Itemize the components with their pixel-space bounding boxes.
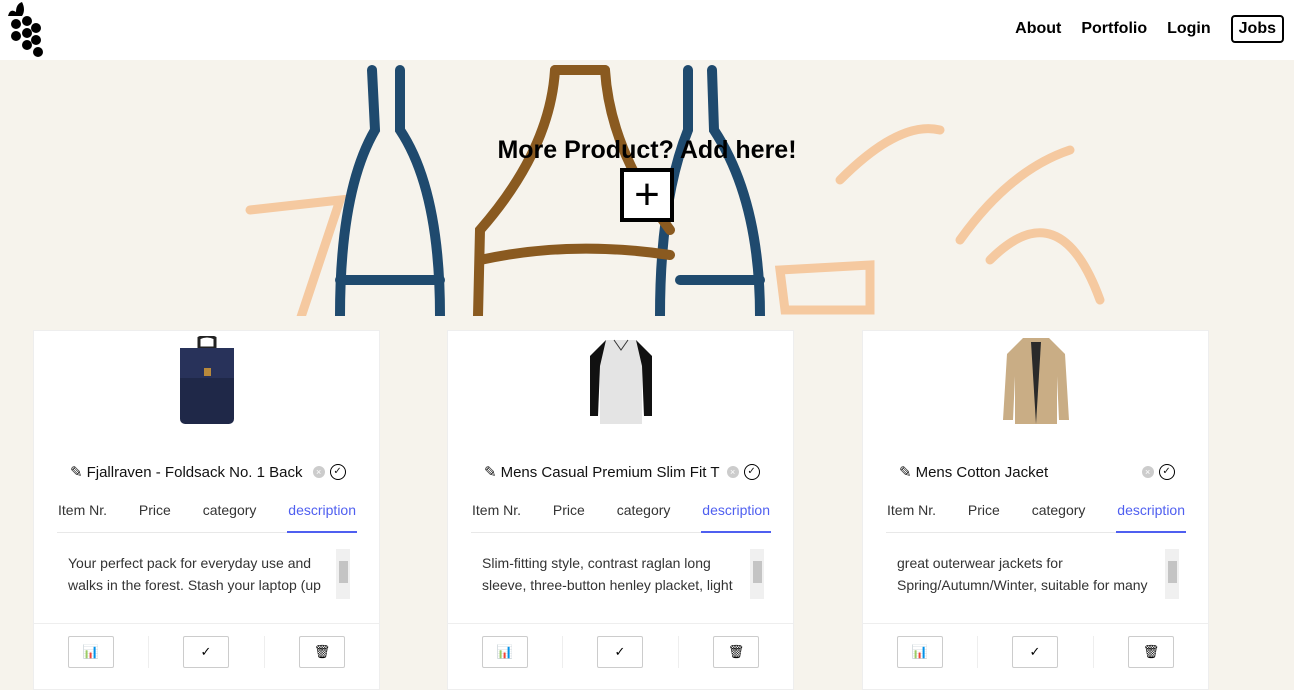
product-tabs: Item Nr. Price category description bbox=[886, 495, 1186, 533]
tab-price[interactable]: Price bbox=[138, 495, 172, 533]
product-card: ✎ Mens Casual Premium Slim Fit T × ✓ Ite… bbox=[447, 330, 794, 690]
description-scrollbar[interactable] bbox=[1165, 549, 1179, 599]
product-title[interactable]: Mens Casual Premium Slim Fit T bbox=[501, 464, 721, 481]
product-tabs: Item Nr. Price category description bbox=[57, 495, 357, 533]
product-title-row: ✎ Mens Cotton Jacket × ✓ bbox=[899, 462, 1186, 482]
product-title-row: ✎ Fjallraven - Foldsack No. 1 Back × ✓ bbox=[70, 462, 357, 482]
bar-chart-icon: 📊 bbox=[82, 644, 100, 659]
nav-about[interactable]: About bbox=[1015, 20, 1061, 38]
product-description[interactable]: Your perfect pack for everyday use and w… bbox=[68, 552, 328, 596]
product-title[interactable]: Mens Cotton Jacket bbox=[916, 464, 1136, 481]
product-image bbox=[863, 336, 1208, 431]
delete-button[interactable]: 🗑 bbox=[1128, 636, 1174, 668]
check-circle-icon: ✓ bbox=[200, 644, 212, 659]
trash-icon: 🗑 bbox=[313, 644, 331, 659]
product-image bbox=[34, 336, 379, 431]
product-image bbox=[448, 336, 793, 431]
tab-item-nr[interactable]: Item Nr. bbox=[886, 495, 937, 533]
confirm-check-icon[interactable]: ✓ bbox=[1158, 464, 1175, 480]
tab-category[interactable]: category bbox=[616, 495, 672, 533]
product-description[interactable]: great outerwear jackets for Spring/Autum… bbox=[897, 552, 1157, 596]
tab-category[interactable]: category bbox=[202, 495, 258, 533]
tab-description[interactable]: description bbox=[701, 495, 771, 533]
card-actions: 📊 ✓ 🗑 bbox=[863, 623, 1208, 683]
plus-icon: + bbox=[634, 170, 660, 219]
product-card: ✎ Mens Cotton Jacket × ✓ Item Nr. Price ca… bbox=[862, 330, 1209, 690]
description-scrollbar[interactable] bbox=[750, 549, 764, 599]
product-title-row: ✎ Mens Casual Premium Slim Fit T × ✓ bbox=[484, 462, 771, 482]
nav-portfolio[interactable]: Portfolio bbox=[1081, 20, 1147, 38]
confirm-check-icon[interactable]: ✓ bbox=[329, 464, 346, 480]
nav-login[interactable]: Login bbox=[1167, 20, 1211, 38]
product-title[interactable]: Fjallraven - Foldsack No. 1 Back bbox=[87, 464, 307, 481]
tab-price[interactable]: Price bbox=[967, 495, 1001, 533]
add-product-heading: More Product? Add here! bbox=[497, 136, 797, 164]
bar-chart-icon: 📊 bbox=[911, 644, 929, 659]
edit-pencil-icon[interactable]: ✎ bbox=[484, 463, 497, 481]
approve-button[interactable]: ✓ bbox=[1012, 636, 1058, 668]
hero-banner: More Product? Add here! + bbox=[0, 60, 1294, 316]
tab-item-nr[interactable]: Item Nr. bbox=[57, 495, 108, 533]
stats-button[interactable]: 📊 bbox=[68, 636, 114, 668]
confirm-check-icon[interactable]: ✓ bbox=[743, 464, 760, 480]
description-scrollbar[interactable] bbox=[336, 549, 350, 599]
clear-icon[interactable]: × bbox=[726, 466, 739, 478]
delete-button[interactable]: 🗑 bbox=[713, 636, 759, 668]
nav-jobs[interactable]: Jobs bbox=[1230, 15, 1284, 43]
edit-pencil-icon[interactable]: ✎ bbox=[899, 463, 912, 481]
trash-icon: 🗑 bbox=[1142, 644, 1160, 659]
approve-button[interactable]: ✓ bbox=[597, 636, 643, 668]
product-description[interactable]: Slim-fitting style, contrast raglan long… bbox=[482, 552, 742, 596]
grapes-logo-icon[interactable] bbox=[2, 2, 46, 58]
delete-button[interactable]: 🗑 bbox=[299, 636, 345, 668]
tab-description[interactable]: description bbox=[287, 495, 357, 533]
stats-button[interactable]: 📊 bbox=[897, 636, 943, 668]
check-circle-icon: ✓ bbox=[614, 644, 626, 659]
product-tabs: Item Nr. Price category description bbox=[471, 495, 771, 533]
add-product-button[interactable]: + bbox=[620, 168, 674, 222]
tab-price[interactable]: Price bbox=[552, 495, 586, 533]
card-actions: 📊 ✓ 🗑 bbox=[34, 623, 379, 683]
trash-icon: 🗑 bbox=[727, 644, 745, 659]
navbar: About Portfolio Login Jobs bbox=[0, 0, 1294, 60]
check-circle-icon: ✓ bbox=[1029, 644, 1041, 659]
tab-item-nr[interactable]: Item Nr. bbox=[471, 495, 522, 533]
clear-icon[interactable]: × bbox=[1141, 466, 1154, 478]
card-actions: 📊 ✓ 🗑 bbox=[448, 623, 793, 683]
tab-description[interactable]: description bbox=[1116, 495, 1186, 533]
edit-pencil-icon[interactable]: ✎ bbox=[70, 463, 83, 481]
bar-chart-icon: 📊 bbox=[496, 644, 514, 659]
clear-icon[interactable]: × bbox=[312, 466, 325, 478]
stats-button[interactable]: 📊 bbox=[482, 636, 528, 668]
approve-button[interactable]: ✓ bbox=[183, 636, 229, 668]
tab-category[interactable]: category bbox=[1031, 495, 1087, 533]
product-card: ✎ Fjallraven - Foldsack No. 1 Back × ✓ I… bbox=[33, 330, 380, 690]
